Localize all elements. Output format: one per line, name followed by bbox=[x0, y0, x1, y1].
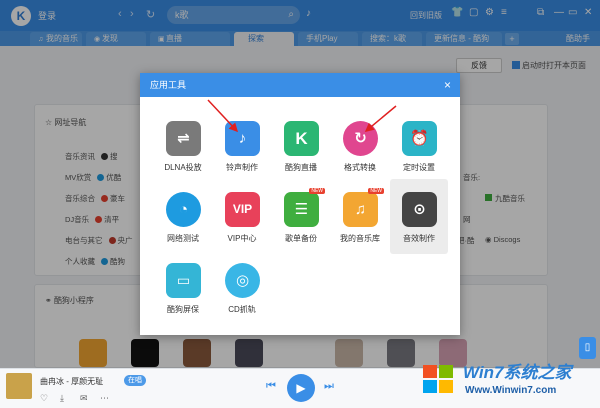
tool-dlna[interactable]: ⇌ DLNA投放 bbox=[154, 113, 212, 183]
cd-rip-icon: ◎ bbox=[225, 263, 260, 298]
tool-sound-effect[interactable]: ⊙ 音效制作 bbox=[390, 179, 448, 254]
vip-crown-icon: VIP bbox=[225, 192, 260, 227]
ringtone-phone-icon: ♪ bbox=[225, 121, 260, 156]
tool-timer[interactable]: ⏰ 定时设置 bbox=[390, 113, 448, 183]
windows-flag-logo bbox=[423, 365, 453, 393]
tool-ringtone[interactable]: ♪ 铃声制作 bbox=[213, 113, 271, 183]
next-button[interactable]: ⏭ bbox=[324, 380, 334, 393]
listening-badge[interactable]: 在唱 bbox=[124, 375, 146, 386]
like-icon[interactable]: ♡ bbox=[40, 393, 48, 404]
format-convert-icon: ↻ bbox=[343, 121, 378, 156]
more-icon[interactable]: ⋯ bbox=[100, 393, 109, 404]
tool-network-test[interactable]: ◔ 网络测试 bbox=[154, 184, 212, 254]
watermark: Win7系统之家 Www.Winwin7.com bbox=[415, 356, 597, 404]
speed-gauge-icon: ◔ bbox=[166, 192, 201, 227]
screensaver-icon: ▭ bbox=[166, 263, 201, 298]
app-tools-dialog: 应用工具 × ⇌ DLNA投放 ♪ 铃声制作 K 酷狗直播 ↻ 格式转换 ⏰ 定… bbox=[140, 73, 460, 335]
playlist-backup-icon: ☰ NEW bbox=[284, 188, 325, 227]
alarm-clock-icon: ⏰ bbox=[402, 121, 437, 156]
tool-music-library[interactable]: ♫ NEW 我的音乐库 bbox=[331, 184, 389, 254]
tool-cd-rip[interactable]: ◎ CD抓轨 bbox=[213, 255, 271, 325]
previous-button[interactable]: ⏮ bbox=[266, 380, 276, 393]
new-badge: NEW bbox=[309, 188, 325, 194]
tool-format-convert[interactable]: ↻ 格式转换 bbox=[331, 113, 389, 183]
sound-effect-icon: ⊙ bbox=[402, 192, 437, 227]
album-cover[interactable] bbox=[6, 373, 32, 399]
dlna-cast-icon: ⇌ bbox=[166, 121, 201, 156]
tool-playlist-backup[interactable]: ☰ NEW 歌单备份 bbox=[272, 184, 330, 254]
play-button[interactable]: ▶ bbox=[287, 374, 315, 402]
watermark-title: Win7系统之家 bbox=[463, 363, 572, 382]
kugou-live-icon: K bbox=[284, 121, 319, 156]
tool-screensaver[interactable]: ▭ 酷狗屏保 bbox=[154, 255, 212, 325]
new-badge: NEW bbox=[368, 188, 384, 194]
song-title[interactable]: 曲冉冰 - 厚颜无耻 bbox=[40, 376, 103, 387]
comment-icon[interactable]: ✉ bbox=[80, 393, 88, 404]
watermark-url: Www.Winwin7.com bbox=[465, 385, 557, 396]
close-icon[interactable]: × bbox=[444, 78, 451, 92]
tool-vip-center[interactable]: VIP VIP中心 bbox=[213, 184, 271, 254]
music-library-icon: ♫ NEW bbox=[343, 188, 384, 227]
dialog-title: 应用工具 bbox=[140, 73, 460, 97]
download-icon[interactable]: ⤓ bbox=[60, 393, 64, 404]
tool-kugou-live[interactable]: K 酷狗直播 bbox=[272, 113, 330, 183]
